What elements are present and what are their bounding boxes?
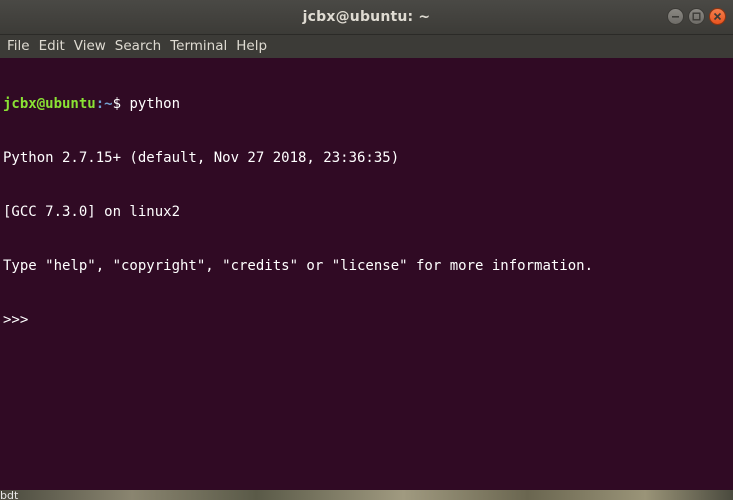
- menu-file[interactable]: File: [2, 35, 34, 58]
- prompt-symbol: $: [112, 96, 130, 112]
- terminal-scrollbar[interactable]: [727, 58, 733, 492]
- window-title: jcbx@ubuntu: ~: [302, 9, 431, 25]
- output-line: Type "help", "copyright", "credits" or "…: [3, 258, 594, 274]
- menu-bar: File Edit View Search Terminal Help: [0, 35, 733, 58]
- desktop: jcbx@ubuntu: ~ File Edit View Search Ter…: [0, 0, 733, 500]
- menu-search[interactable]: Search: [110, 35, 165, 58]
- close-icon: [713, 12, 722, 21]
- desktop-wallpaper: [0, 490, 733, 500]
- menu-terminal[interactable]: Terminal: [165, 35, 231, 58]
- command-text: python: [129, 96, 181, 112]
- terminal-window: jcbx@ubuntu: ~ File Edit View Search Ter…: [0, 0, 733, 492]
- window-controls: [667, 8, 726, 25]
- output-line: [GCC 7.3.0] on linux2: [3, 204, 181, 220]
- maximize-icon: [692, 12, 701, 21]
- output-line: Python 2.7.15+ (default, Nov 27 2018, 23…: [3, 150, 400, 166]
- minimize-button[interactable]: [667, 8, 684, 25]
- prompt-path: :~: [95, 96, 113, 112]
- title-bar[interactable]: jcbx@ubuntu: ~: [0, 0, 733, 35]
- menu-help[interactable]: Help: [231, 35, 271, 58]
- maximize-button[interactable]: [688, 8, 705, 25]
- terminal-text: jcbx@ubuntu:~$ python Python 2.7.15+ (de…: [3, 59, 593, 365]
- repl-prompt-line: >>>: [3, 312, 37, 328]
- desktop-fragment-text: bdt: [0, 489, 19, 500]
- menu-edit[interactable]: Edit: [34, 35, 69, 58]
- terminal-output-area[interactable]: jcbx@ubuntu:~$ python Python 2.7.15+ (de…: [0, 58, 733, 492]
- prompt-user-host: jcbx@ubuntu: [3, 96, 96, 112]
- command-line: jcbx@ubuntu:~$ python: [3, 95, 593, 113]
- minimize-icon: [672, 16, 679, 18]
- menu-view[interactable]: View: [69, 35, 110, 58]
- close-button[interactable]: [709, 8, 726, 25]
